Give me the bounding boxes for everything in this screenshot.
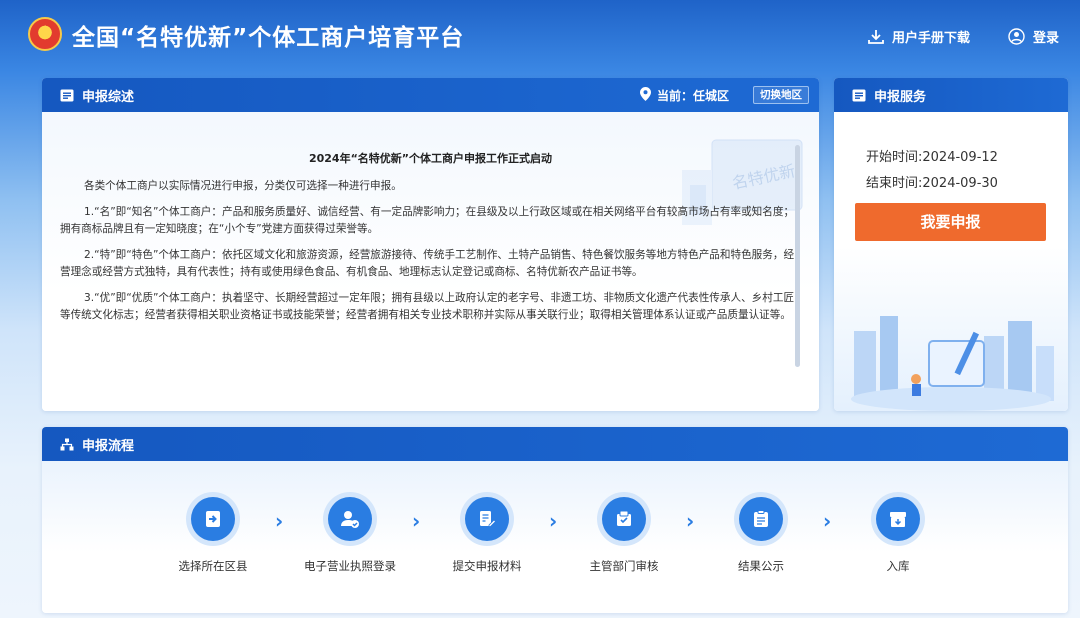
process-step-label: 电子营业执照登录 <box>304 559 396 573</box>
chevron-right-icon: › <box>686 509 695 533</box>
current-location: 当前：任城区 <box>640 87 729 104</box>
process-step[interactable]: 入库 <box>833 497 963 574</box>
process-step-label: 入库 <box>886 559 910 573</box>
login-link[interactable]: 登录 <box>1008 27 1059 46</box>
process-steps: 选择所在区县 › 电子营业执照登录 › 提交申报材料 › 主管部门审核 › 结果… <box>42 461 1068 613</box>
national-emblem-icon <box>28 17 62 51</box>
list-icon <box>60 89 74 102</box>
location-pin-icon <box>640 87 651 104</box>
notice-paragraph: 各类个体工商户以实际情况进行申报，分类仅可选择一种进行申报。 <box>84 180 402 192</box>
login-label: 登录 <box>1033 31 1060 46</box>
notice-board-icon <box>739 497 783 541</box>
notice-scrollbar[interactable] <box>795 145 800 367</box>
user-check-icon <box>328 497 372 541</box>
process-step-label: 主管部门审核 <box>589 559 659 573</box>
process-panel-header: 申报流程 <box>42 427 1068 461</box>
document-edit-icon <box>465 497 509 541</box>
start-date: 开始时间:2024-09-12 <box>866 150 998 165</box>
notice-paragraph: 2.“特”即“特色”个体工商户：依托区域文化和旅游资源，经营旅游接待、传统手工艺… <box>60 249 795 278</box>
chevron-right-icon: › <box>549 509 558 533</box>
notice-paragraph: 3.“优”即“优质”个体工商户：执着坚守、长期经营超过一定年限；拥有县级以上政府… <box>60 292 795 321</box>
summary-panel: 申报综述 当前：任城区 切换地区 名特优新 2024年“名特优新”个体工商户申报… <box>42 78 819 411</box>
scrollbar-thumb[interactable] <box>795 145 800 367</box>
login-arrow-icon <box>191 497 235 541</box>
end-date: 结束时间:2024-09-30 <box>866 176 998 191</box>
manual-download-label: 用户手册下载 <box>892 31 971 46</box>
service-panel: 申报服务 开始时间:2024-09-12 结束时间:2024-09-30 我要申… <box>834 78 1068 411</box>
process-step[interactable]: 结果公示 <box>696 497 826 574</box>
process-panel: 申报流程 选择所在区县 › 电子营业执照登录 › 提交申报材料 › 主管部门审核… <box>42 427 1068 613</box>
chevron-right-icon: › <box>412 509 421 533</box>
process-step[interactable]: 主管部门审核 <box>559 497 689 574</box>
process-step-label: 选择所在区县 <box>178 559 248 573</box>
summary-panel-header: 申报综述 当前：任城区 切换地区 <box>42 78 819 112</box>
service-heading: 申报服务 <box>874 89 927 105</box>
apply-button[interactable]: 我要申报 <box>855 203 1046 241</box>
process-step[interactable]: 提交申报材料 <box>422 497 552 574</box>
chevron-right-icon: › <box>823 509 832 533</box>
site-title: 全国“名特优新”个体工商户培育平台 <box>72 25 465 51</box>
chevron-right-icon: › <box>275 509 284 533</box>
location-label: 当前：任城区 <box>657 89 730 103</box>
notice-content: 各类个体工商户以实际情况进行申报，分类仅可选择一种进行申报。 1.“名”即“知名… <box>60 178 795 333</box>
process-heading: 申报流程 <box>82 438 135 454</box>
process-step-label: 提交申报材料 <box>452 559 522 573</box>
site-header: 全国“名特优新”个体工商户培育平台 用户手册下载 登录 <box>0 0 1080 72</box>
process-step[interactable]: 电子营业执照登录 <box>285 497 415 574</box>
notice-paragraph: 1.“名”即“知名”个体工商户：产品和服务质量好、诚信经营、有一定品牌影响力；在… <box>60 206 795 235</box>
service-body: 开始时间:2024-09-12 结束时间:2024-09-30 我要申报 <box>834 112 1068 411</box>
notice-title: 2024年“名特优新”个体工商户申报工作正式启动 <box>308 152 553 165</box>
switch-region-button[interactable]: 切换地区 <box>753 86 809 104</box>
summary-heading: 申报综述 <box>82 89 135 105</box>
service-panel-header: 申报服务 <box>834 78 1068 112</box>
summary-body: 名特优新 2024年“名特优新”个体工商户申报工作正式启动 各类个体工商户以实际… <box>42 112 819 411</box>
city-illustration-icon <box>851 316 1054 411</box>
process-step-label: 结果公示 <box>738 559 784 573</box>
download-icon <box>868 29 884 45</box>
manual-download-link[interactable]: 用户手册下载 <box>868 27 970 46</box>
user-icon <box>1008 28 1025 45</box>
flow-chart-icon <box>60 438 74 451</box>
audit-box-icon <box>602 497 646 541</box>
archive-box-icon <box>876 497 920 541</box>
process-step[interactable]: 选择所在区县 <box>148 497 278 574</box>
list-icon <box>852 89 866 102</box>
